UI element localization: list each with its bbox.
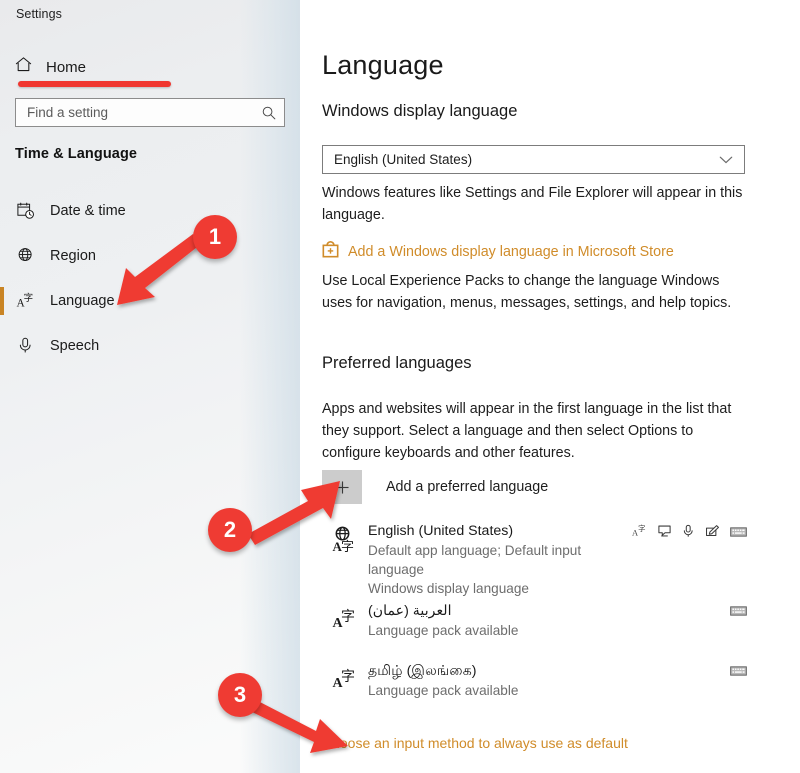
preferred-languages-heading: Preferred languages [322, 354, 472, 372]
windows-display-language-value: English (United States) [334, 152, 473, 167]
list-item-title: العربية (عمان) [368, 603, 452, 619]
preferred-languages-description: Apps and websites will appear in the fir… [322, 401, 732, 461]
language-settings-panel: Language Windows display language Englis… [300, 0, 800, 773]
list-item[interactable]: A 字 العربية (عمان) Language pack availab… [322, 602, 747, 640]
search-icon[interactable] [254, 105, 284, 121]
sidebar-item-speech-label: Speech [50, 337, 100, 354]
language-capability-icons [730, 602, 747, 622]
app-title: Settings [16, 7, 62, 21]
language-character-icon: A 字 [322, 662, 368, 690]
calendar-clock-icon [16, 201, 46, 220]
add-display-language-store-link[interactable]: Add a Windows display language in Micros… [322, 241, 674, 263]
selection-accent-bar [0, 332, 4, 360]
plus-icon[interactable] [322, 470, 362, 504]
sidebar-item-region-label: Region [50, 247, 96, 264]
windows-display-language-description: Windows features like Settings and File … [322, 185, 743, 223]
annotation-title-underline [18, 81, 171, 87]
settings-sidebar: Settings Home Time & Language [0, 0, 300, 773]
search-box[interactable] [15, 98, 285, 127]
globe-language-icon: A 字 [322, 522, 368, 554]
selection-accent-bar [0, 242, 4, 270]
choose-default-input-method-link[interactable]: Choose an input method to always use as … [322, 735, 628, 751]
language-capability-icons: A 字 [632, 522, 747, 543]
list-item-subtitle: Default app language; Default input lang… [368, 543, 582, 577]
add-display-language-store-link-label: Add a Windows display language in Micros… [348, 244, 674, 260]
sidebar-item-home[interactable]: Home [14, 53, 86, 81]
language-character-icon: A 字 [322, 602, 368, 630]
sidebar-item-region[interactable]: Region [0, 233, 300, 278]
language-character-icon: A 字 [16, 291, 46, 310]
svg-text:字: 字 [341, 540, 354, 554]
speech-icon [657, 524, 672, 543]
handwriting-icon [705, 524, 720, 543]
svg-text:字: 字 [638, 524, 645, 533]
list-item[interactable]: A 字 தமிழ் (இலங்கை) Language pack availab… [322, 662, 747, 700]
list-item-subtitle: Language pack available [368, 623, 519, 638]
sidebar-section-title: Time & Language [15, 146, 138, 162]
globe-icon [16, 246, 46, 265]
selection-accent-bar [0, 197, 4, 225]
microphone-icon [682, 524, 695, 543]
sidebar-item-date-time-label: Date & time [50, 202, 126, 219]
chevron-down-icon [719, 155, 744, 165]
microphone-icon [16, 336, 46, 355]
list-item-subtitle-secondary: Windows display language [368, 581, 529, 596]
keyboard-icon [730, 604, 747, 622]
microsoft-store-icon [322, 241, 339, 263]
selection-accent-bar [0, 286, 4, 315]
sidebar-item-language-label: Language [50, 292, 115, 309]
keyboard-icon [730, 664, 747, 682]
windows-display-language-dropdown[interactable]: English (United States) [322, 145, 745, 174]
search-input[interactable] [16, 99, 254, 126]
add-preferred-language-label: Add a preferred language [386, 479, 549, 495]
sidebar-item-home-label: Home [46, 58, 87, 76]
list-item-title: English (United States) [368, 523, 514, 539]
home-icon [14, 55, 33, 79]
list-item[interactable]: A 字 English (United States) Default app … [322, 522, 747, 598]
sidebar-item-language[interactable]: A 字 Language [0, 278, 300, 323]
list-item-title: தமிழ் (இலங்கை) [368, 663, 477, 679]
sidebar-item-speech[interactable]: Speech [0, 323, 300, 368]
sidebar-item-date-time[interactable]: Date & time [0, 188, 300, 233]
svg-text:字: 字 [24, 292, 34, 304]
svg-text:字: 字 [341, 669, 355, 685]
language-pack-icon: A 字 [632, 523, 647, 543]
language-capability-icons [730, 662, 747, 682]
add-preferred-language-button[interactable]: Add a preferred language [322, 470, 548, 504]
svg-text:字: 字 [341, 609, 355, 625]
page-title: Language [322, 50, 444, 80]
local-experience-packs-description: Use Local Experience Packs to change the… [322, 273, 732, 311]
keyboard-icon [730, 525, 747, 543]
windows-display-language-heading: Windows display language [322, 102, 518, 120]
list-item-subtitle: Language pack available [368, 683, 519, 698]
